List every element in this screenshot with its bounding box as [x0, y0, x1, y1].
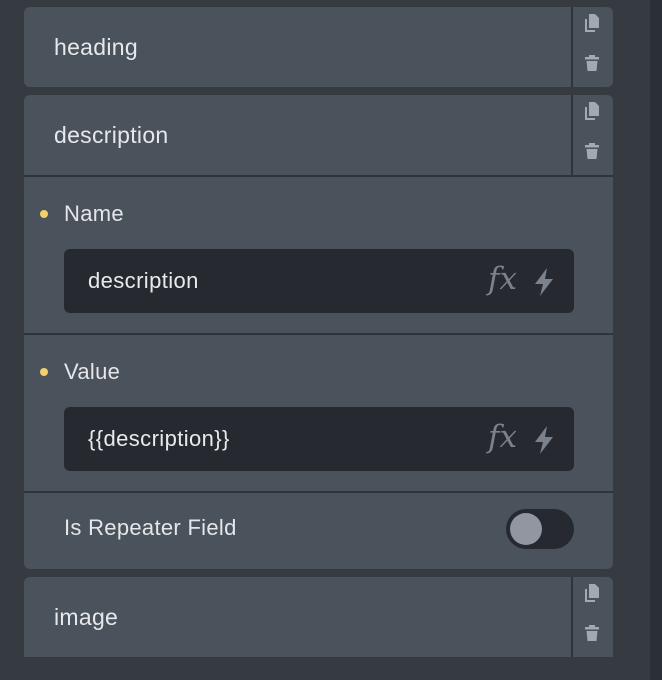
field-value: Value {{description}} fx: [24, 335, 613, 491]
repeater-item-image: image: [24, 577, 613, 657]
toggle-knob: [510, 513, 542, 545]
name-input[interactable]: description fx: [64, 249, 574, 313]
repeater-item-title: heading: [54, 34, 138, 60]
repeater-item-actions: [571, 7, 613, 87]
is-repeater-toggle[interactable]: [506, 509, 574, 549]
name-input-value: description: [88, 268, 199, 293]
fx-icon[interactable]: fx: [488, 420, 517, 454]
repeater-item-header[interactable]: image: [24, 577, 613, 657]
repeater-item-actions: [571, 95, 613, 175]
field-label-name: Name: [64, 201, 124, 226]
trash-icon[interactable]: [584, 623, 600, 643]
repeater-item-header[interactable]: description: [24, 95, 613, 175]
trash-icon[interactable]: [584, 53, 600, 73]
field-label-is-repeater: Is Repeater Field: [64, 515, 237, 540]
field-is-repeater: Is Repeater Field: [24, 493, 613, 569]
copy-icon[interactable]: [584, 583, 600, 603]
repeater-item-title: image: [54, 604, 119, 630]
repeater-item-title: description: [54, 122, 169, 148]
repeater-item-heading: heading: [24, 7, 613, 87]
lightning-bolt-icon[interactable]: [532, 267, 556, 297]
scrollbar-track[interactable]: [650, 0, 662, 680]
field-label-value: Value: [64, 359, 121, 384]
repeater-item-actions: [571, 577, 613, 657]
copy-icon[interactable]: [584, 13, 600, 33]
trash-icon[interactable]: [584, 141, 600, 161]
fx-icon[interactable]: fx: [488, 262, 517, 296]
copy-icon[interactable]: [584, 101, 600, 121]
field-name: Name description fx: [24, 177, 613, 333]
repeater-item-description: description Name description fx Value {{…: [24, 95, 613, 569]
value-input[interactable]: {{description}} fx: [64, 407, 574, 471]
repeater-item-header[interactable]: heading: [24, 7, 613, 87]
required-dot: [40, 210, 48, 218]
required-dot: [40, 368, 48, 376]
lightning-bolt-icon[interactable]: [532, 425, 556, 455]
value-input-value: {{description}}: [88, 426, 230, 451]
